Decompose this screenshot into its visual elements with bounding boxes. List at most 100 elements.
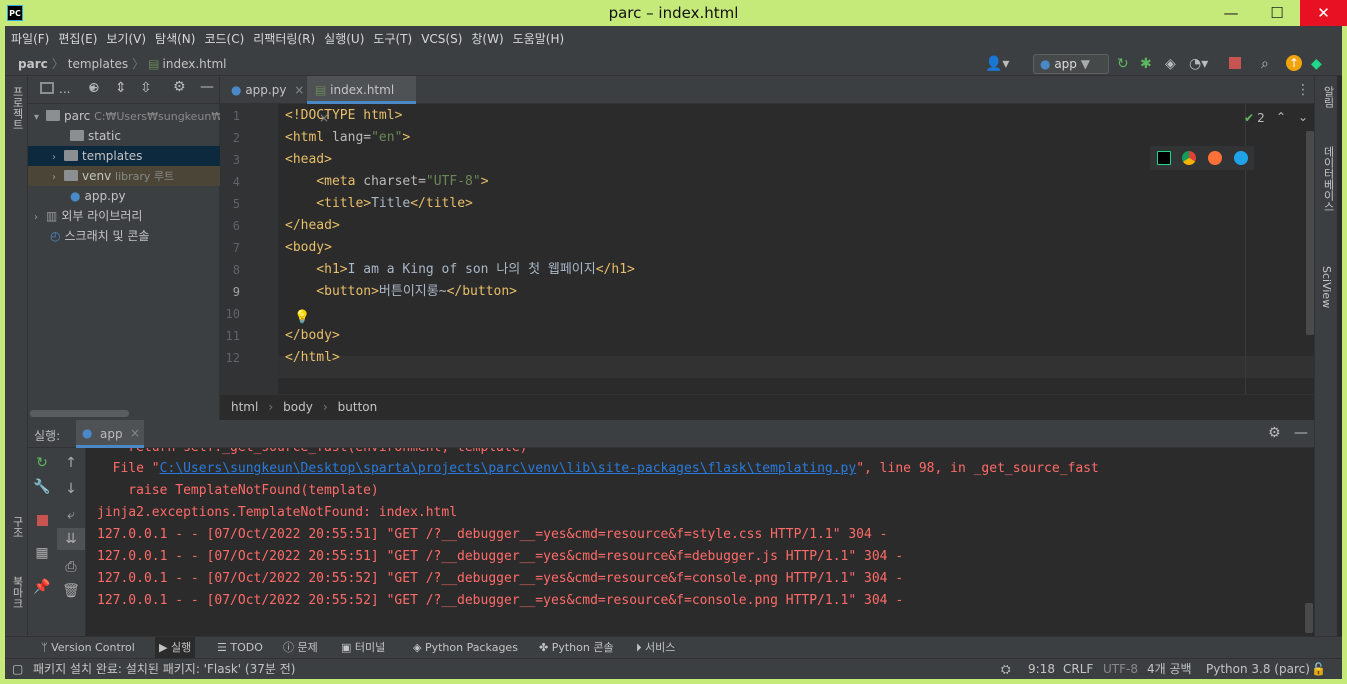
status-message[interactable]: 패키지 설치 완료: 설치된 패키지: 'Flask' (37분 전) — [33, 659, 295, 679]
line-separator[interactable]: CRLF — [1063, 659, 1093, 679]
trash-icon[interactable]: 🗑 — [57, 580, 85, 602]
structure-tool-tab[interactable]: 구조 — [9, 516, 25, 538]
wrench-icon[interactable]: 🔧 — [28, 476, 56, 498]
gear-icon[interactable]: ⚙ — [1268, 425, 1281, 441]
code-line-11[interactable]: </body> — [285, 325, 340, 347]
firefox-icon[interactable] — [1208, 151, 1222, 165]
code-line-9[interactable]: <button>버튼이지롱~</button> — [285, 281, 517, 303]
tree-item-templates[interactable]: › templates — [28, 146, 220, 166]
hide-panel-icon[interactable]: — — [1294, 425, 1308, 441]
file-encoding[interactable]: UTF-8 — [1103, 659, 1138, 679]
menu-edit[interactable]: 편집(E) — [55, 26, 100, 52]
soft-wrap-icon[interactable]: ⤶ — [57, 504, 85, 526]
code-line-1[interactable]: <!DOCTYPE html> — [285, 105, 402, 127]
horizontal-scrollbar[interactable] — [30, 410, 129, 417]
console-scrollbar[interactable] — [1305, 603, 1313, 633]
pin-icon[interactable]: 📌 — [28, 576, 56, 598]
tree-item-venv[interactable]: › venv library 루트 — [28, 166, 220, 186]
layout-icon[interactable]: ▦ — [28, 542, 56, 564]
tree-item-parc[interactable]: ▾ parc C:₩Users₩sungkeun₩ — [28, 106, 220, 126]
tab-index-html[interactable]: ▤ index.html × — [307, 76, 416, 125]
coverage-icon[interactable]: ◈ — [1165, 56, 1176, 72]
collapse-all-icon[interactable]: ⇳ — [140, 80, 152, 96]
arrow-down-icon[interactable]: ↓ — [57, 478, 85, 500]
tree-item-app-py[interactable]: ● app.py — [28, 186, 220, 206]
user-icon[interactable]: 👤▾ — [985, 56, 1009, 72]
code-line-2[interactable]: <html lang="en"> — [285, 127, 410, 149]
run-console[interactable]: return self._get_source_fast(environment… — [86, 448, 1314, 636]
tree-item-external-libraries[interactable]: › ▥ 외부 라이브러리 — [28, 206, 220, 226]
tab-services[interactable]: ⏵ 서비스 — [636, 637, 675, 659]
search-icon[interactable]: ⌕ — [1261, 56, 1269, 72]
locate-icon[interactable]: ⊕ — [88, 80, 100, 96]
menu-view[interactable]: 보기(V) — [103, 26, 149, 52]
close-button[interactable]: ✕ — [1300, 0, 1347, 26]
editor-scrollbar[interactable] — [1306, 131, 1314, 335]
notifications-tool-tab[interactable]: 알림 — [1320, 86, 1336, 108]
tab-close-icon[interactable]: × — [130, 426, 140, 440]
expand-all-icon[interactable]: ⇕ — [115, 80, 127, 96]
menu-code[interactable]: 코드(C) — [201, 26, 247, 52]
panel-toggle-icon[interactable]: ▢ — [12, 659, 23, 679]
menu-file[interactable]: 파일(F) — [8, 26, 52, 52]
breadcrumb-html[interactable]: html — [231, 400, 258, 414]
code-line-3[interactable]: <head> — [285, 149, 332, 171]
sciview-tool-tab[interactable]: SciView — [1320, 266, 1333, 308]
code-line-8[interactable]: <h1>I am a King of son 나의 첫 웹페이지</h1> — [285, 259, 635, 281]
breadcrumb-file[interactable]: index.html — [163, 53, 227, 75]
pycharm-browser-icon[interactable] — [1157, 151, 1171, 165]
rerun-icon[interactable]: ↻ — [28, 452, 56, 474]
tab-close-icon[interactable]: × — [294, 83, 304, 97]
run-config-select[interactable]: ● app ▼ — [1033, 54, 1109, 74]
print-icon[interactable]: ⎙ — [57, 556, 85, 578]
debug-icon[interactable]: ✱ — [1140, 56, 1152, 72]
menu-run[interactable]: 실행(U) — [321, 26, 367, 52]
menu-refactor[interactable]: 리팩터링(R) — [250, 26, 318, 52]
tab-todo[interactable]: ☰ TODO — [217, 637, 263, 659]
scroll-to-end-icon[interactable]: ⇊ — [57, 528, 85, 550]
menu-window[interactable]: 창(W) — [468, 26, 506, 52]
bookmarks-tool-tab[interactable]: 북마크 — [9, 576, 25, 609]
run-tab-app[interactable]: ● app × — [76, 420, 144, 448]
database-tool-tab[interactable]: 데이터베이스 — [1320, 146, 1336, 212]
stop-icon[interactable] — [28, 510, 56, 532]
lightbulb-icon[interactable]: 💡 — [294, 310, 310, 325]
breadcrumb-button[interactable]: button — [338, 400, 378, 414]
menu-vcs[interactable]: VCS(S) — [418, 26, 465, 52]
project-tool-tab[interactable]: 프로젝트 — [9, 86, 25, 130]
inspection-check-icon[interactable]: ✔ 2 — [1244, 111, 1265, 125]
lock-icon[interactable]: 🔓 — [1311, 659, 1326, 679]
file-link[interactable]: C:\Users\sungkeun\Desktop\sparta\project… — [160, 461, 857, 476]
tab-python-packages[interactable]: ◈ Python Packages — [413, 637, 518, 659]
code-line-12[interactable]: </html> — [285, 347, 340, 369]
gear-icon[interactable]: ⚙ — [173, 79, 186, 95]
chrome-icon[interactable] — [1182, 151, 1196, 165]
rerun-icon[interactable]: ↻ — [1117, 56, 1129, 72]
tab-app-py[interactable]: ● app.py × — [223, 76, 312, 104]
tab-version-control[interactable]: ᛘ Version Control — [41, 637, 135, 659]
profile-icon[interactable]: ◔▾ — [1189, 56, 1208, 72]
breadcrumb-folder[interactable]: templates — [68, 53, 128, 75]
hide-panel-icon[interactable]: — — [200, 79, 214, 95]
arrow-up-icon[interactable]: ↑ — [57, 452, 85, 474]
tab-run[interactable]: ▶ 실행 — [155, 637, 196, 659]
tree-item-static[interactable]: static — [28, 126, 220, 146]
edge-icon[interactable] — [1234, 151, 1248, 165]
python-interpreter[interactable]: Python 3.8 (parc) — [1206, 659, 1310, 679]
code-line-6[interactable]: </head> — [285, 215, 340, 237]
cursor-position[interactable]: 9:18 — [1028, 659, 1055, 679]
project-panel-title[interactable]: ... — [59, 82, 70, 96]
breadcrumb-body[interactable]: body — [283, 400, 313, 414]
inspection-icon[interactable]: ⛭ — [1001, 659, 1011, 679]
tab-terminal[interactable]: ▣ 터미널 — [341, 637, 385, 659]
code-line-5[interactable]: <title>Title</title> — [285, 193, 473, 215]
menu-help[interactable]: 도움말(H) — [510, 26, 568, 52]
tab-python-console[interactable]: ✤ Python 콘솔 — [539, 637, 614, 659]
chevron-up-icon[interactable]: ⌃ — [1276, 110, 1286, 124]
minimize-button[interactable]: — — [1208, 0, 1254, 26]
breadcrumb-project[interactable]: parc — [18, 53, 48, 75]
more-tabs-icon[interactable]: ⋮ — [1296, 82, 1310, 98]
code-line-4[interactable]: <meta charset="UTF-8"> — [285, 171, 488, 193]
tab-problems[interactable]: ⓘ 문제 — [283, 637, 318, 659]
menu-navigate[interactable]: 탐색(N) — [152, 26, 198, 52]
